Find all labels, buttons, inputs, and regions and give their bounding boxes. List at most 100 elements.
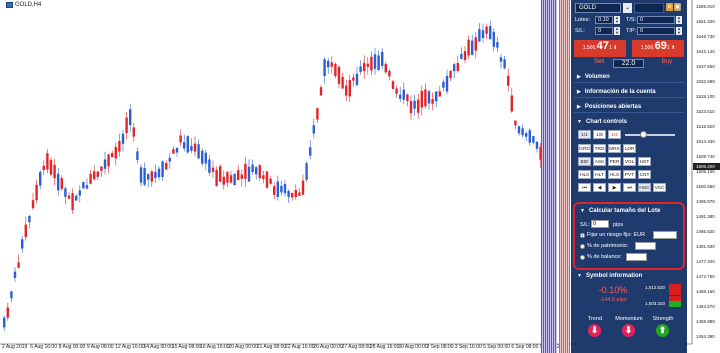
candle-body bbox=[514, 120, 517, 126]
candle-body bbox=[471, 40, 474, 55]
candle-body bbox=[201, 150, 204, 164]
zoom-slider-track[interactable] bbox=[625, 134, 675, 136]
y-axis-label: 1486.520 bbox=[696, 229, 715, 234]
x-axis-label: 14 Aug 00:00 bbox=[143, 344, 173, 350]
chart-control-button[interactable]: ⏭ bbox=[623, 183, 636, 192]
y-axis-label: 1468.160 bbox=[696, 289, 715, 294]
candle-body bbox=[366, 63, 369, 67]
buy-label[interactable]: Buy bbox=[657, 59, 677, 65]
candle-body bbox=[49, 159, 53, 175]
equity-pct-input[interactable] bbox=[635, 242, 656, 250]
symbol-search-box[interactable] bbox=[634, 3, 664, 13]
candle-body bbox=[193, 143, 197, 152]
balance-pct-label: % de balance: bbox=[587, 254, 622, 260]
sell-arrow-icon: ⬇ bbox=[613, 45, 618, 51]
section-lot-calculator[interactable]: ▼ Calcular tamaño del Lote bbox=[577, 205, 683, 217]
chart-control-button[interactable]: HST bbox=[638, 157, 651, 166]
lot-display[interactable]: 22.0 bbox=[613, 59, 644, 68]
sl-stepper[interactable]: ▲ ▼ bbox=[614, 27, 620, 35]
lots-input[interactable]: 0.10 bbox=[595, 16, 613, 24]
chart-control-button[interactable]: PVT bbox=[623, 170, 636, 179]
risk-fixed-radio[interactable] bbox=[580, 233, 585, 238]
chart-control-button[interactable]: VOL bbox=[623, 157, 636, 166]
x-axis-label: 8 Aug 00:00 bbox=[58, 344, 86, 350]
candle-body bbox=[262, 175, 265, 180]
balance-pct-radio[interactable] bbox=[580, 255, 585, 260]
trend-label: Trend bbox=[587, 316, 603, 322]
zoom-1-1-button[interactable]: 1/1 bbox=[578, 130, 591, 139]
risk-fixed-input[interactable] bbox=[653, 231, 677, 239]
candle-body bbox=[215, 170, 218, 186]
buy-price-button[interactable]: 1,506.691 ⬆ bbox=[632, 40, 684, 57]
candle-body bbox=[168, 157, 171, 162]
tp-stepper[interactable]: ▲ ▼ bbox=[676, 27, 682, 35]
ts-stepper[interactable]: ▲ ▼ bbox=[676, 16, 682, 24]
candle-body bbox=[496, 42, 499, 48]
y-axis-label: 1458.980 bbox=[696, 319, 715, 324]
sl-input[interactable]: 0 bbox=[595, 27, 613, 35]
chart-control-button[interactable]: VSC bbox=[653, 183, 666, 192]
zoom-1-8-button[interactable]: 1/8 bbox=[593, 130, 606, 139]
section-account-info[interactable]: ▶ Información de la cuenta bbox=[574, 86, 684, 98]
chart-control-button[interactable]: TRD bbox=[593, 144, 606, 153]
x-axis-label: 12 Aug 16:00 bbox=[115, 344, 145, 350]
section-open-positions-label: Posiciones abiertas bbox=[584, 104, 642, 110]
symbol-select[interactable]: GOLD bbox=[575, 3, 621, 13]
chart-control-button[interactable]: HSC bbox=[638, 183, 651, 192]
lots-stepper[interactable]: ▲ ▼ bbox=[614, 16, 620, 24]
chart-control-button[interactable]: ⏮ bbox=[578, 183, 591, 192]
balance-pct-input[interactable] bbox=[626, 253, 647, 261]
candle-body bbox=[114, 147, 117, 159]
chart-control-button[interactable]: PER bbox=[608, 157, 621, 166]
chart-control-button[interactable]: GRD bbox=[578, 144, 591, 153]
window-icon[interactable]: ▣ bbox=[674, 3, 681, 11]
chart-control-button[interactable]: MRK bbox=[608, 144, 621, 153]
calc-sl-input[interactable]: 0 bbox=[591, 220, 609, 228]
candle-body bbox=[251, 164, 254, 172]
candle-body bbox=[348, 80, 351, 97]
chart-control-button[interactable]: HLT bbox=[593, 170, 606, 179]
candle-body bbox=[294, 190, 297, 198]
candle-body bbox=[100, 166, 103, 171]
chart-control-button[interactable]: BID bbox=[578, 157, 591, 166]
candle-body bbox=[499, 57, 503, 62]
candle-body bbox=[330, 62, 333, 67]
y-axis-label: 1514.330 bbox=[696, 139, 715, 144]
chart-control-button[interactable]: ASK bbox=[593, 157, 606, 166]
tp-input[interactable]: 0 bbox=[637, 27, 675, 35]
chart-control-button[interactable]: ▶ bbox=[608, 183, 621, 192]
zoom-slider-knob[interactable] bbox=[640, 131, 647, 138]
candle-body bbox=[409, 101, 413, 114]
chart-title-text: GOLD,H4 bbox=[15, 2, 42, 8]
candle-body bbox=[204, 152, 207, 164]
settings-icon[interactable]: ⚙ bbox=[666, 3, 673, 11]
candle-body bbox=[391, 81, 395, 89]
x-axis-labels: 2 Aug 2019 6 Aug 16:00 8 Aug 00:00 9 Aug 08… bbox=[0, 344, 567, 353]
candle-body bbox=[521, 128, 524, 136]
chart-control-button[interactable]: ◀ bbox=[593, 183, 606, 192]
candle-body bbox=[233, 173, 236, 186]
candle-body bbox=[485, 26, 488, 34]
candle-body bbox=[399, 94, 402, 99]
chart-control-button[interactable]: CNT bbox=[638, 170, 651, 179]
section-chart-controls[interactable]: ▼ Chart controls bbox=[574, 116, 684, 128]
section-volumen[interactable]: ▶ Volumen bbox=[574, 71, 684, 83]
candle-body bbox=[449, 71, 452, 79]
chart-control-button[interactable]: LDR bbox=[623, 144, 636, 153]
section-open-positions[interactable]: ▶ Posiciones abiertas bbox=[574, 101, 684, 113]
equity-pct-radio[interactable] bbox=[580, 244, 585, 249]
candle-body bbox=[345, 85, 348, 96]
chart-control-button[interactable]: HL0 bbox=[578, 170, 591, 179]
chart-control-button[interactable]: HLS bbox=[608, 170, 621, 179]
section-symbol-info[interactable]: ▼ Symbol information bbox=[574, 270, 684, 282]
sell-label[interactable]: Sell bbox=[589, 59, 609, 65]
ts-input[interactable]: 0 bbox=[637, 16, 675, 24]
sell-price-big: 47 bbox=[596, 40, 609, 52]
chevron-down-icon[interactable]: ⌄ bbox=[623, 3, 632, 13]
candle-body bbox=[413, 100, 416, 109]
buy-price-prefix: 1,506. bbox=[640, 45, 655, 51]
candle-body bbox=[445, 75, 449, 92]
sell-price-button[interactable]: 1,506.471 ⬇ bbox=[574, 40, 626, 57]
zoom-1-4-button[interactable]: 1/4 bbox=[608, 130, 621, 139]
candle-body bbox=[211, 167, 215, 172]
